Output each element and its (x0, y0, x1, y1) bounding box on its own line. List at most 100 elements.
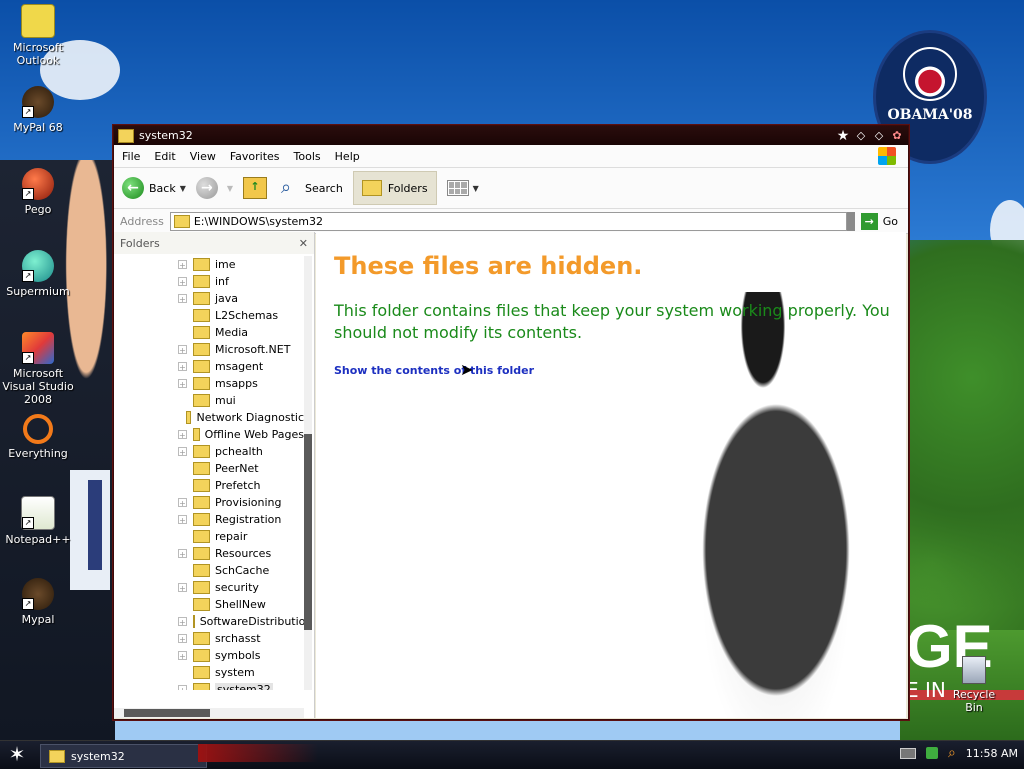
go-button[interactable]: → Go (860, 212, 898, 230)
desktop-icon-label: Microsoft Outlook (12, 41, 64, 67)
expand-icon[interactable]: + (178, 345, 187, 355)
vertical-scrollbar[interactable] (304, 256, 312, 690)
expand-icon[interactable]: + (178, 651, 187, 661)
address-dropdown-button[interactable] (846, 211, 855, 231)
minimize-button[interactable]: ◇ (854, 129, 868, 143)
expand-icon[interactable]: + (178, 260, 187, 270)
folder-tree-item[interactable]: + Resources (114, 545, 304, 562)
folder-tree-item[interactable]: + Offline Web Pages (114, 426, 304, 443)
menu-favorites[interactable]: Favorites (230, 150, 280, 163)
menu-help[interactable]: Help (335, 150, 360, 163)
search-button[interactable]: ⌕ Search (281, 178, 343, 198)
address-input[interactable]: E:\WINDOWS\system32 (169, 211, 847, 231)
folder-tree-item[interactable]: + system32 (114, 681, 304, 690)
taskbar-task-label: system32 (71, 749, 125, 763)
expand-icon[interactable]: + (178, 277, 187, 287)
network-icon[interactable] (925, 747, 938, 759)
expand-icon[interactable]: + (178, 549, 187, 559)
chevron-down-icon[interactable]: ▼ (180, 184, 186, 193)
folder-tree-item[interactable]: + symbols (114, 647, 304, 664)
up-button[interactable]: ↑ (243, 177, 271, 199)
scrollbar-thumb[interactable] (124, 709, 210, 717)
forward-button[interactable]: → ▼ (195, 177, 233, 199)
folder-tree-item[interactable]: + msapps (114, 375, 304, 392)
expand-icon[interactable]: + (178, 583, 187, 593)
folder-tree-item[interactable]: + Microsoft.NET (114, 341, 304, 358)
maximize-button[interactable]: ◇ (872, 129, 886, 143)
folder-tree-item[interactable]: + SoftwareDistribution (114, 613, 304, 630)
go-label: Go (882, 214, 898, 228)
folder-tree-item[interactable]: + srchasst (114, 630, 304, 647)
folder-tree-item[interactable]: + ime (114, 256, 304, 273)
expand-icon[interactable]: + (178, 617, 187, 627)
expand-icon[interactable]: + (178, 379, 187, 389)
desktop-icon-outlook[interactable]: Microsoft Outlook (0, 4, 80, 67)
folder-tree-item[interactable]: SchCache (114, 562, 304, 579)
horizontal-scrollbar[interactable] (114, 708, 304, 718)
desktop-icon-pego[interactable]: ↗ Pego (0, 168, 80, 216)
taskbar-decoration (198, 744, 318, 762)
start-button[interactable]: ✶ (6, 743, 28, 765)
chevron-down-icon[interactable]: ▼ (227, 184, 233, 193)
desktop-icon-mypal68[interactable]: ↗ MyPal 68 (0, 86, 80, 134)
folder-tree-label: security (215, 581, 259, 594)
clock[interactable]: 11:58 AM (966, 747, 1018, 760)
folder-tree-item[interactable]: + Provisioning (114, 494, 304, 511)
folder-tree-item[interactable]: L2Schemas (114, 307, 304, 324)
folder-tree-item[interactable]: PeerNet (114, 460, 304, 477)
folder-tree-item[interactable]: ShellNew (114, 596, 304, 613)
desktop-icon-mypal[interactable]: ↗ Mypal (0, 578, 80, 626)
menu-tools[interactable]: Tools (294, 150, 321, 163)
folder-tree-item[interactable]: Media (114, 324, 304, 341)
show-contents-link[interactable]: Show the contents of this folder (334, 364, 534, 377)
desktop-icon-visual-studio[interactable]: ↗ Microsoft Visual Studio 2008 (0, 332, 80, 406)
scrollbar-thumb[interactable] (304, 434, 312, 630)
menu-edit[interactable]: Edit (154, 150, 175, 163)
folders-label: Folders (387, 181, 428, 195)
desktop-icon-notepadpp[interactable]: ↗ Notepad++ (0, 496, 80, 546)
title-bar[interactable]: system32 ★ ◇ ◇ ✿ (114, 126, 908, 145)
folder-tree-item[interactable]: + java (114, 290, 304, 307)
folder-tree-label: SchCache (215, 564, 270, 577)
desktop-icon-everything[interactable]: Everything (0, 414, 80, 460)
search-tray-icon[interactable]: ⌕ (948, 745, 956, 761)
expand-icon[interactable]: + (178, 634, 187, 644)
expand-icon[interactable]: + (178, 498, 187, 508)
expand-icon[interactable]: + (178, 515, 187, 525)
desktop-icon-label: Everything (8, 447, 68, 460)
expand-icon[interactable]: + (178, 362, 187, 372)
folder-tree-label: Media (215, 326, 249, 339)
campaign-logo-text: OBAMA'08 (887, 107, 973, 123)
desktop-icon-recycle-bin[interactable]: Recycle Bin (944, 656, 1004, 714)
folders-button[interactable]: Folders (352, 171, 437, 205)
back-button[interactable]: ← Back ▼ (122, 177, 186, 199)
expand-icon[interactable]: + (178, 685, 187, 690)
folder-tree-item[interactable]: + msagent (114, 358, 304, 375)
chevron-down-icon[interactable]: ▼ (473, 184, 479, 193)
keyboard-icon[interactable] (899, 747, 916, 759)
notepadpp-icon: ↗ (21, 496, 55, 530)
folder-tree-item[interactable]: system (114, 664, 304, 681)
views-button[interactable]: ▼ (446, 180, 479, 196)
folder-tree-item[interactable]: Prefetch (114, 477, 304, 494)
everything-icon (23, 414, 53, 444)
desktop-icon-supermium[interactable]: ↗ Supermium (0, 250, 80, 298)
folder-tree-item[interactable]: + inf (114, 273, 304, 290)
pin-button[interactable]: ★ (836, 129, 850, 143)
expand-icon[interactable]: + (178, 447, 187, 457)
taskbar-task-system32[interactable]: system32 (40, 744, 207, 768)
folder-up-icon: ↑ (243, 177, 268, 199)
expand-icon[interactable]: + (178, 294, 187, 304)
menu-view[interactable]: View (190, 150, 216, 163)
folder-tree-item[interactable]: mui (114, 392, 304, 409)
close-pane-button[interactable]: ✕ (299, 237, 308, 250)
folder-tree-item[interactable]: + security (114, 579, 304, 596)
folder-tree-item[interactable]: repair (114, 528, 304, 545)
menu-file[interactable]: File (122, 150, 140, 163)
folder-tree-item[interactable]: + pchealth (114, 443, 304, 460)
folder-tree-item[interactable]: Network Diagnostic (114, 409, 304, 426)
close-button[interactable]: ✿ (890, 129, 904, 143)
expand-icon[interactable]: + (178, 430, 187, 440)
folder-tree-item[interactable]: + Registration (114, 511, 304, 528)
campaign-logo-icon (903, 47, 957, 101)
